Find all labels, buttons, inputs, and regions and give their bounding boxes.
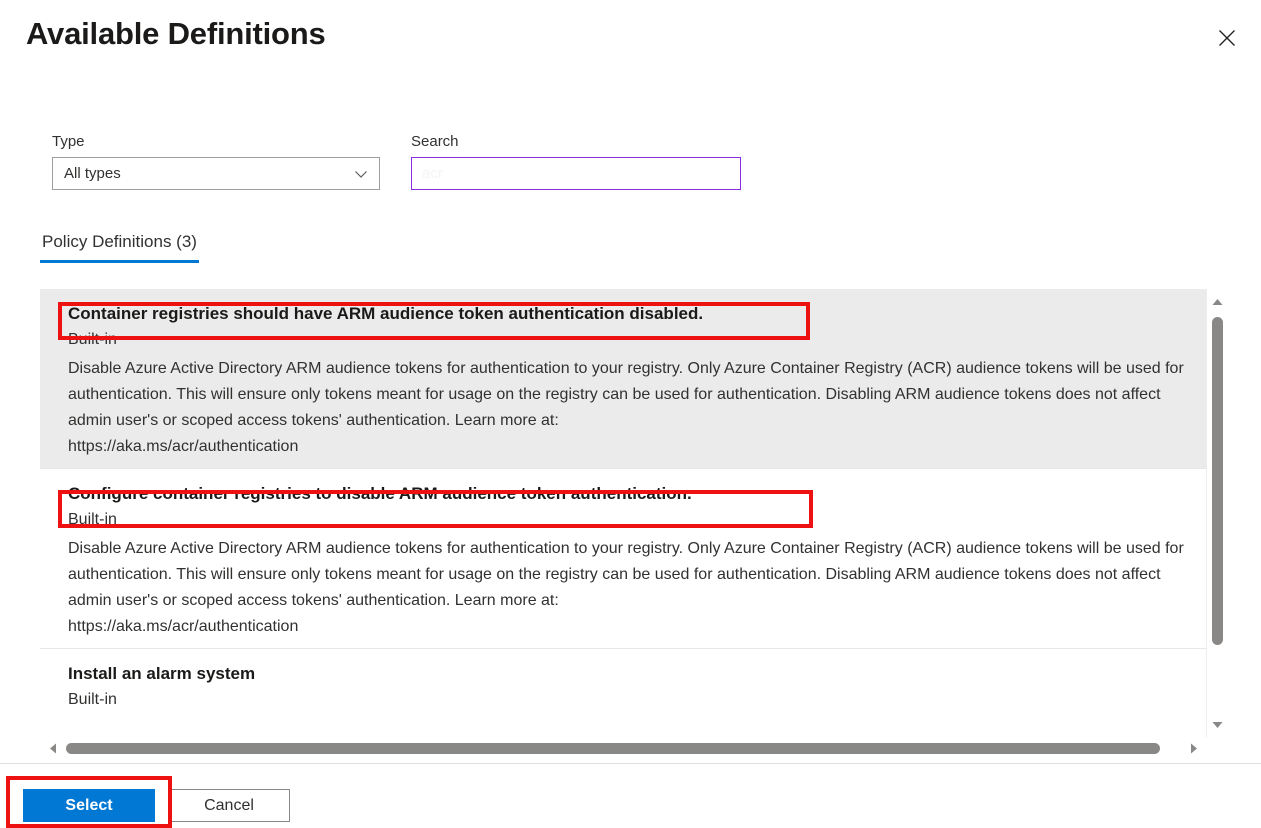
- horizontal-scrollbar[interactable]: [40, 737, 1206, 759]
- type-label: Type: [52, 133, 380, 151]
- vertical-scrollbar[interactable]: [1206, 289, 1228, 737]
- panel-header: Available Definitions: [0, 0, 1261, 78]
- list-item-subtitle: Built-in: [68, 508, 1188, 532]
- type-select-value: All types: [53, 165, 121, 182]
- panel-footer: Select Cancel: [0, 764, 1261, 828]
- tab-bar: Policy Definitions (3): [40, 232, 199, 263]
- list-item[interactable]: Configure container registries to disabl…: [40, 469, 1206, 649]
- select-button[interactable]: Select: [23, 789, 155, 822]
- list-item-description-text: Disable Azure Active Directory ARM audie…: [68, 540, 1184, 609]
- chevron-down-icon: [352, 165, 370, 183]
- type-select[interactable]: All types: [52, 157, 380, 190]
- list-item-title: Configure container registries to disabl…: [68, 483, 1188, 505]
- close-button[interactable]: [1209, 20, 1245, 56]
- list-item-title: Container registries should have ARM aud…: [68, 303, 1188, 325]
- tab-policy-definitions[interactable]: Policy Definitions (3): [40, 232, 199, 263]
- list-item-description: Disable Azure Active Directory ARM audie…: [68, 536, 1206, 640]
- list-item[interactable]: Container registries should have ARM aud…: [40, 289, 1206, 469]
- scroll-up-arrow-icon[interactable]: [1207, 291, 1228, 312]
- page-title: Available Definitions: [26, 16, 326, 52]
- definitions-list: Container registries should have ARM aud…: [40, 289, 1206, 737]
- type-filter: Type All types: [52, 133, 380, 190]
- horizontal-scrollbar-thumb[interactable]: [66, 743, 1160, 754]
- scroll-right-arrow-icon[interactable]: [1183, 738, 1204, 759]
- available-definitions-panel: Available Definitions Type All types Sea…: [0, 0, 1261, 828]
- list-item-description-text: Disable Azure Active Directory ARM audie…: [68, 360, 1184, 429]
- list-item[interactable]: Install an alarm system Built-in: [40, 649, 1206, 735]
- list-item-description: Disable Azure Active Directory ARM audie…: [68, 356, 1206, 460]
- list-item-subtitle: Built-in: [68, 328, 1188, 352]
- scroll-down-arrow-icon[interactable]: [1207, 714, 1228, 735]
- list-item-url: https://aka.ms/acr/authentication: [68, 434, 1206, 460]
- list-item-subtitle: Built-in: [68, 688, 1188, 712]
- cancel-button[interactable]: Cancel: [168, 789, 290, 822]
- list-item-url: https://aka.ms/acr/authentication: [68, 614, 1206, 640]
- tab-policy-definitions-label: Policy Definitions (3): [42, 232, 197, 251]
- definitions-list-region: Container registries should have ARM aud…: [40, 289, 1228, 759]
- vertical-scrollbar-thumb[interactable]: [1212, 317, 1223, 645]
- scroll-left-arrow-icon[interactable]: [42, 738, 63, 759]
- search-label: Search: [411, 133, 741, 151]
- search-input[interactable]: [411, 157, 741, 190]
- list-item-title: Install an alarm system: [68, 663, 1188, 685]
- search-filter: Search: [411, 133, 741, 190]
- close-icon: [1217, 28, 1237, 48]
